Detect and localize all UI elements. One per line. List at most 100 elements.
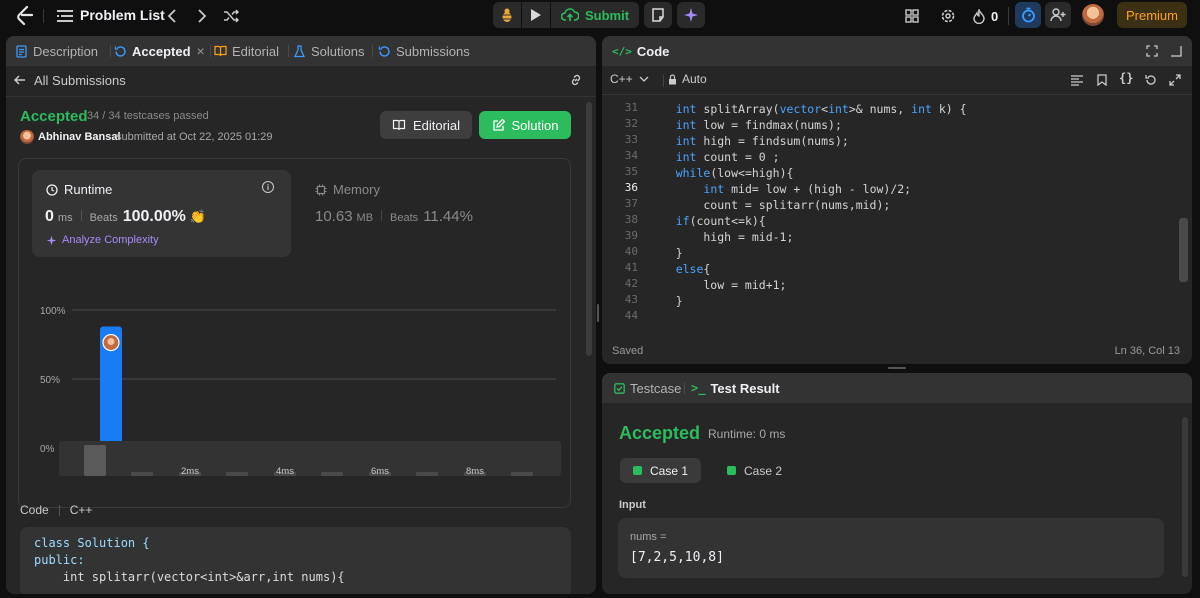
result-scrollbar[interactable]: [1182, 417, 1188, 577]
case-1-button[interactable]: Case 1: [620, 458, 701, 483]
brush-tick-label: 6ms: [371, 466, 389, 477]
notes-button[interactable]: [644, 2, 672, 28]
line-number: 34: [624, 149, 638, 162]
test-result-panel: Testcase >_ Test Result Accepted Runtime…: [602, 373, 1192, 594]
submit-button[interactable]: Submit: [551, 2, 639, 28]
settings-gear-icon[interactable]: [938, 6, 958, 26]
tab-code[interactable]: </> Code: [612, 36, 669, 66]
input-value-box[interactable]: [618, 518, 1164, 578]
tab-test-result-label: Test Result: [710, 380, 780, 396]
timer-icon[interactable]: [1015, 2, 1041, 28]
memory-beats-label: Beats: [390, 212, 419, 224]
chevron-right-icon[interactable]: [192, 6, 212, 26]
maximize-icon[interactable]: [1145, 44, 1159, 58]
author-name[interactable]: Abhinav Bansal: [38, 131, 121, 143]
code-line: high = mid-1;: [648, 230, 794, 244]
tab-description[interactable]: Description: [16, 36, 98, 66]
line-number: 32: [624, 117, 638, 130]
divider: [80, 210, 82, 221]
editorial-button[interactable]: Editorial: [380, 111, 472, 139]
autocomplete-mode-label: Auto: [682, 72, 707, 86]
check-icon: [632, 466, 642, 475]
add-friend-icon[interactable]: [1045, 2, 1071, 28]
problem-list-link[interactable]: Problem List: [80, 7, 165, 23]
checkbox-icon: [614, 382, 625, 394]
line-number: 42: [624, 277, 638, 290]
tab-solutions[interactable]: Solutions: [294, 36, 364, 66]
analyze-complexity-link[interactable]: Analyze Complexity: [46, 234, 159, 246]
fullscreen-icon[interactable]: [1168, 73, 1182, 87]
tab-testcase[interactable]: Testcase: [614, 373, 681, 403]
user-avatar[interactable]: [1082, 4, 1104, 26]
ai-sparkle-button[interactable]: [677, 2, 705, 28]
minimize-icon[interactable]: [1169, 44, 1183, 58]
clock-icon: [46, 183, 58, 196]
divider: [602, 94, 1192, 95]
bookmark-icon[interactable]: [1095, 73, 1109, 87]
all-submissions-link[interactable]: All Submissions: [14, 72, 126, 88]
tab-solutions-label: Solutions: [311, 43, 365, 59]
tab-description-label: Description: [33, 43, 99, 59]
line-number: 43: [624, 293, 638, 306]
shuffle-icon[interactable]: [220, 6, 242, 26]
left-panel: Description Accepted × Editorial Solutio…: [6, 36, 596, 594]
autocomplete-mode[interactable]: Auto: [668, 72, 707, 86]
info-icon[interactable]: i: [262, 181, 274, 193]
layout-grid-icon[interactable]: [902, 6, 922, 26]
left-panel-scrollbar[interactable]: [586, 102, 592, 356]
code-line: while(low<=high){: [675, 166, 794, 180]
solution-button[interactable]: Solution: [479, 111, 571, 139]
reset-icon[interactable]: [1144, 73, 1158, 87]
line-number: 31: [624, 101, 638, 114]
editor-scrollbar[interactable]: [1179, 218, 1188, 282]
testcases-passed: 34 / 34 testcases passed: [87, 110, 209, 122]
solution-button-label: Solution: [511, 117, 559, 133]
code-editor[interactable]: 31 int splitArray(vector<int>& nums, int…: [602, 99, 1172, 331]
chevron-left-icon[interactable]: [162, 6, 182, 26]
link-icon[interactable]: [568, 72, 584, 88]
code-section-label: Code: [20, 503, 49, 517]
language-value: C++: [610, 72, 633, 86]
tab-separator: [372, 45, 373, 57]
braces-icon[interactable]: {}: [1119, 71, 1133, 85]
tab-testcase-label: Testcase: [630, 380, 682, 396]
tab-code-label: Code: [636, 43, 670, 59]
line-number: 33: [624, 133, 638, 146]
save-status: Saved: [612, 345, 644, 357]
code-line: int high = findsum(nums);: [675, 134, 849, 148]
streak-counter[interactable]: 0: [973, 6, 998, 26]
premium-button[interactable]: Premium: [1117, 2, 1187, 28]
language-select[interactable]: C++: [610, 72, 649, 86]
run-button[interactable]: [522, 2, 550, 28]
tab-accepted[interactable]: Accepted ×: [114, 36, 205, 66]
tab-submissions[interactable]: Submissions: [378, 36, 470, 66]
y-tick-label: 50%: [40, 375, 60, 386]
brush-mini-bar: [321, 472, 343, 476]
tab-editorial[interactable]: Editorial: [214, 36, 279, 66]
line-number: 44: [624, 309, 638, 322]
case-2-label: Case 2: [743, 463, 783, 478]
result-status: Accepted: [619, 423, 701, 443]
history-icon: [378, 45, 390, 57]
editorial-button-label: Editorial: [413, 117, 460, 133]
horizontal-splitter-handle[interactable]: [888, 367, 906, 369]
tab-test-result[interactable]: >_ Test Result: [691, 373, 780, 403]
debug-button[interactable]: [493, 2, 521, 28]
top-nav: Problem List Submit 0 Premium: [0, 0, 1200, 32]
fire-icon: [973, 8, 985, 24]
memory-value-row: 10.63 MB Beats 11.44%: [315, 208, 473, 225]
book-icon: [392, 119, 406, 131]
check-icon: [726, 466, 736, 475]
close-icon[interactable]: ×: [197, 43, 205, 59]
memory-header[interactable]: Memory: [315, 182, 380, 197]
edit-icon: [492, 118, 505, 131]
format-code-icon[interactable]: [1070, 73, 1084, 87]
brush-mini-bar: [131, 472, 153, 476]
case-2-button[interactable]: Case 2: [714, 458, 795, 483]
leetcode-logo-icon[interactable]: [14, 5, 36, 27]
code-line: else{: [675, 262, 711, 276]
vertical-splitter-handle[interactable]: [597, 304, 599, 322]
code-line: }: [648, 246, 683, 260]
list-icon[interactable]: [56, 7, 74, 25]
code-line: public:: [34, 553, 85, 567]
